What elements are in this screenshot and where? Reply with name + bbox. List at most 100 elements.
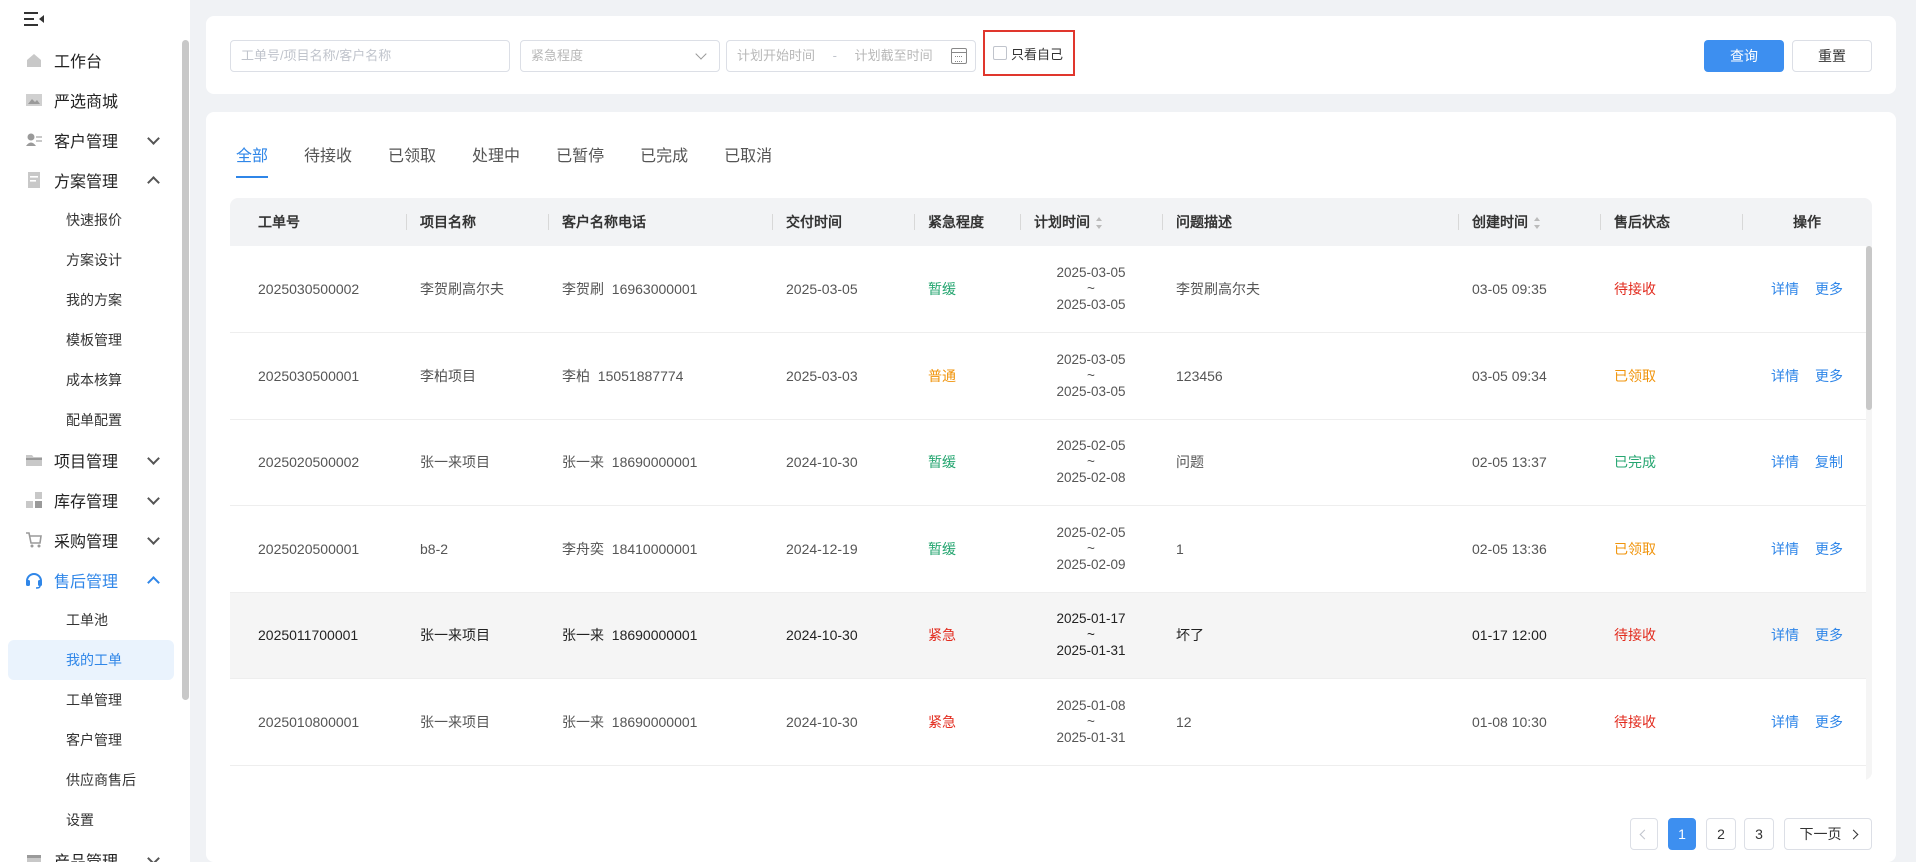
tab-completed[interactable]: 已完成 xyxy=(640,142,688,178)
sidebar-item-products[interactable]: 产品管理 xyxy=(0,840,182,862)
plan-start-date-placeholder[interactable]: 计划开始时间 xyxy=(737,48,815,63)
ticket-list-panel: 全部 待接收 已领取 处理中 已暂停 已完成 已取消 工单号 项目名称 客户名称… xyxy=(206,112,1896,862)
query-button[interactable]: 查询 xyxy=(1704,40,1784,72)
sidebar-item-customers[interactable]: 客户管理 xyxy=(0,120,182,160)
more-link[interactable]: 更多 xyxy=(1815,714,1843,730)
checkbox-box[interactable] xyxy=(993,46,1007,60)
tab-processing[interactable]: 处理中 xyxy=(472,142,520,178)
detail-link[interactable]: 详情 xyxy=(1771,627,1799,643)
sort-icon[interactable] xyxy=(1534,217,1541,230)
table-row[interactable]: 2025010800001 张一来项目 张一来 18690000001 2024… xyxy=(230,678,1872,766)
detail-link[interactable]: 详情 xyxy=(1771,368,1799,384)
col-header-description: 问题描述 xyxy=(1162,198,1458,246)
tab-pending-receive[interactable]: 待接收 xyxy=(304,142,352,178)
sidebar-subitem-my-tickets[interactable]: 我的工单 xyxy=(8,640,174,680)
folder-icon xyxy=(24,450,44,470)
sidebar-subitem-order-config[interactable]: 配单配置 xyxy=(0,400,182,440)
sidebar-subitem-cost-accounting[interactable]: 成本核算 xyxy=(0,360,182,400)
headset-icon xyxy=(24,570,44,590)
sidebar-item-label: 库存管理 xyxy=(54,494,119,511)
keyword-search-input[interactable] xyxy=(241,41,509,70)
sidebar-subitem-settings[interactable]: 设置 xyxy=(0,800,182,840)
cell-created: 03-05 09:34 xyxy=(1458,332,1600,420)
plan-start: 2025-01-17 xyxy=(1056,611,1126,627)
reset-button[interactable]: 重置 xyxy=(1792,40,1872,72)
urgency-select[interactable]: 紧急程度 xyxy=(520,40,720,72)
cell-customer: 张一来 18690000001 xyxy=(548,678,772,766)
copy-link[interactable]: 复制 xyxy=(1815,454,1843,470)
prev-page-button[interactable] xyxy=(1630,818,1658,850)
tab-claimed[interactable]: 已领取 xyxy=(388,142,436,178)
detail-link[interactable]: 详情 xyxy=(1771,454,1799,470)
cell-plan-time: 2025-02-05 ~2025-02-09 xyxy=(1020,505,1162,593)
sort-icon[interactable] xyxy=(1096,217,1103,230)
cell-delivery: 2025-03-03 xyxy=(772,332,914,420)
keyword-search-field[interactable] xyxy=(230,40,510,72)
col-header-customer: 客户名称电话 xyxy=(548,198,772,246)
tab-paused[interactable]: 已暂停 xyxy=(556,142,604,178)
chevron-down-icon xyxy=(147,132,160,145)
sidebar-subitem-supplier-after-sales[interactable]: 供应商售后 xyxy=(0,760,182,800)
chevron-down-icon xyxy=(147,492,160,505)
plan-end: 2025-03-05 xyxy=(1056,383,1126,399)
sidebar-subitem-quick-quote[interactable]: 快速报价 xyxy=(0,200,182,240)
detail-link[interactable]: 详情 xyxy=(1771,281,1799,297)
more-link[interactable]: 更多 xyxy=(1815,541,1843,557)
cell-project: b8-2 xyxy=(406,505,548,593)
cell-urgency: 紧急 xyxy=(914,678,1020,766)
cell-urgency: 紧急 xyxy=(914,592,1020,679)
menu-collapse-icon[interactable] xyxy=(24,10,46,28)
sidebar-item-mall[interactable]: 严选商城 xyxy=(0,80,182,120)
sidebar-subitem-my-solutions[interactable]: 我的方案 xyxy=(0,280,182,320)
detail-link[interactable]: 详情 xyxy=(1771,714,1799,730)
detail-link[interactable]: 详情 xyxy=(1771,541,1799,557)
chevron-up-icon xyxy=(147,176,160,189)
table-scrollbar-thumb[interactable] xyxy=(1866,246,1872,410)
plan-end-date-placeholder[interactable]: 计划截至时间 xyxy=(855,48,933,63)
plan-date-range-picker[interactable]: 计划开始时间 - 计划截至时间 xyxy=(726,40,976,72)
cell-delivery: 2024-10-30 xyxy=(772,419,914,506)
col-header-created[interactable]: 创建时间 xyxy=(1458,198,1600,246)
more-link[interactable]: 更多 xyxy=(1815,627,1843,643)
cell-created: 01-08 10:30 xyxy=(1458,678,1600,766)
table-row[interactable]: 2025020500002 张一来项目 张一来 18690000001 2024… xyxy=(230,419,1872,506)
sidebar-subitem-ticket-pool[interactable]: 工单池 xyxy=(0,600,182,640)
table-row[interactable]: 2025030500002 李贺刷高尔夫 李贺刷 16963000001 202… xyxy=(230,246,1872,333)
page-button-1[interactable]: 1 xyxy=(1668,818,1696,850)
next-page-button[interactable]: 下一页 xyxy=(1784,818,1872,850)
table-row[interactable]: 2025030500001 李柏项目 李柏 15051887774 2025-0… xyxy=(230,332,1872,420)
sidebar-subitem-templates[interactable]: 模板管理 xyxy=(0,320,182,360)
next-page-label: 下一页 xyxy=(1799,826,1842,842)
table-scrollbar[interactable] xyxy=(1866,246,1872,780)
sidebar-item-inventory[interactable]: 库存管理 xyxy=(0,480,182,520)
tab-all[interactable]: 全部 xyxy=(236,142,269,178)
table-row[interactable]: 2025011700001 张一来项目 张一来 18690000001 2024… xyxy=(230,592,1872,679)
sidebar-item-solutions[interactable]: 方案管理 xyxy=(0,160,182,200)
more-link[interactable]: 更多 xyxy=(1815,281,1843,297)
sidebar-item-projects[interactable]: 项目管理 xyxy=(0,440,182,480)
cell-ticket-no: 2025030500002 xyxy=(230,246,406,333)
page-button-2[interactable]: 2 xyxy=(1706,818,1736,850)
chevron-right-icon xyxy=(1848,829,1858,839)
col-header-ticket-no: 工单号 xyxy=(230,198,406,246)
sidebar-scrollbar[interactable] xyxy=(182,40,189,700)
sidebar-item-after-sales[interactable]: 售后管理 xyxy=(0,560,182,600)
sidebar-subitem-customer-management[interactable]: 客户管理 xyxy=(0,720,182,760)
sidebar-subitem-solution-design[interactable]: 方案设计 xyxy=(0,240,182,280)
sidebar-subitem-ticket-management[interactable]: 工单管理 xyxy=(0,680,182,720)
cell-description: 123456 xyxy=(1162,332,1458,420)
plan-start: 2025-03-05 xyxy=(1056,265,1126,280)
sidebar-item-purchasing[interactable]: 采购管理 xyxy=(0,520,182,560)
cell-created: 01-17 12:00 xyxy=(1458,592,1600,679)
page-button-3[interactable]: 3 xyxy=(1744,818,1774,850)
only-me-label: 只看自己 xyxy=(1011,46,1064,62)
tab-cancelled[interactable]: 已取消 xyxy=(724,142,772,178)
only-me-checkbox[interactable]: 只看自己 xyxy=(983,30,1075,76)
image-icon xyxy=(24,90,44,110)
more-link[interactable]: 更多 xyxy=(1815,368,1843,384)
sidebar-item-label: 方案管理 xyxy=(54,174,119,191)
sidebar-item-workbench[interactable]: 工作台 xyxy=(0,40,182,80)
table-row[interactable]: 2025020500001 b8-2 李舟奕 18410000001 2024-… xyxy=(230,505,1872,593)
filter-panel: 紧急程度 计划开始时间 - 计划截至时间 只看自己 查询 重置 xyxy=(206,16,1896,94)
col-header-plan-time[interactable]: 计划时间 xyxy=(1020,198,1162,246)
